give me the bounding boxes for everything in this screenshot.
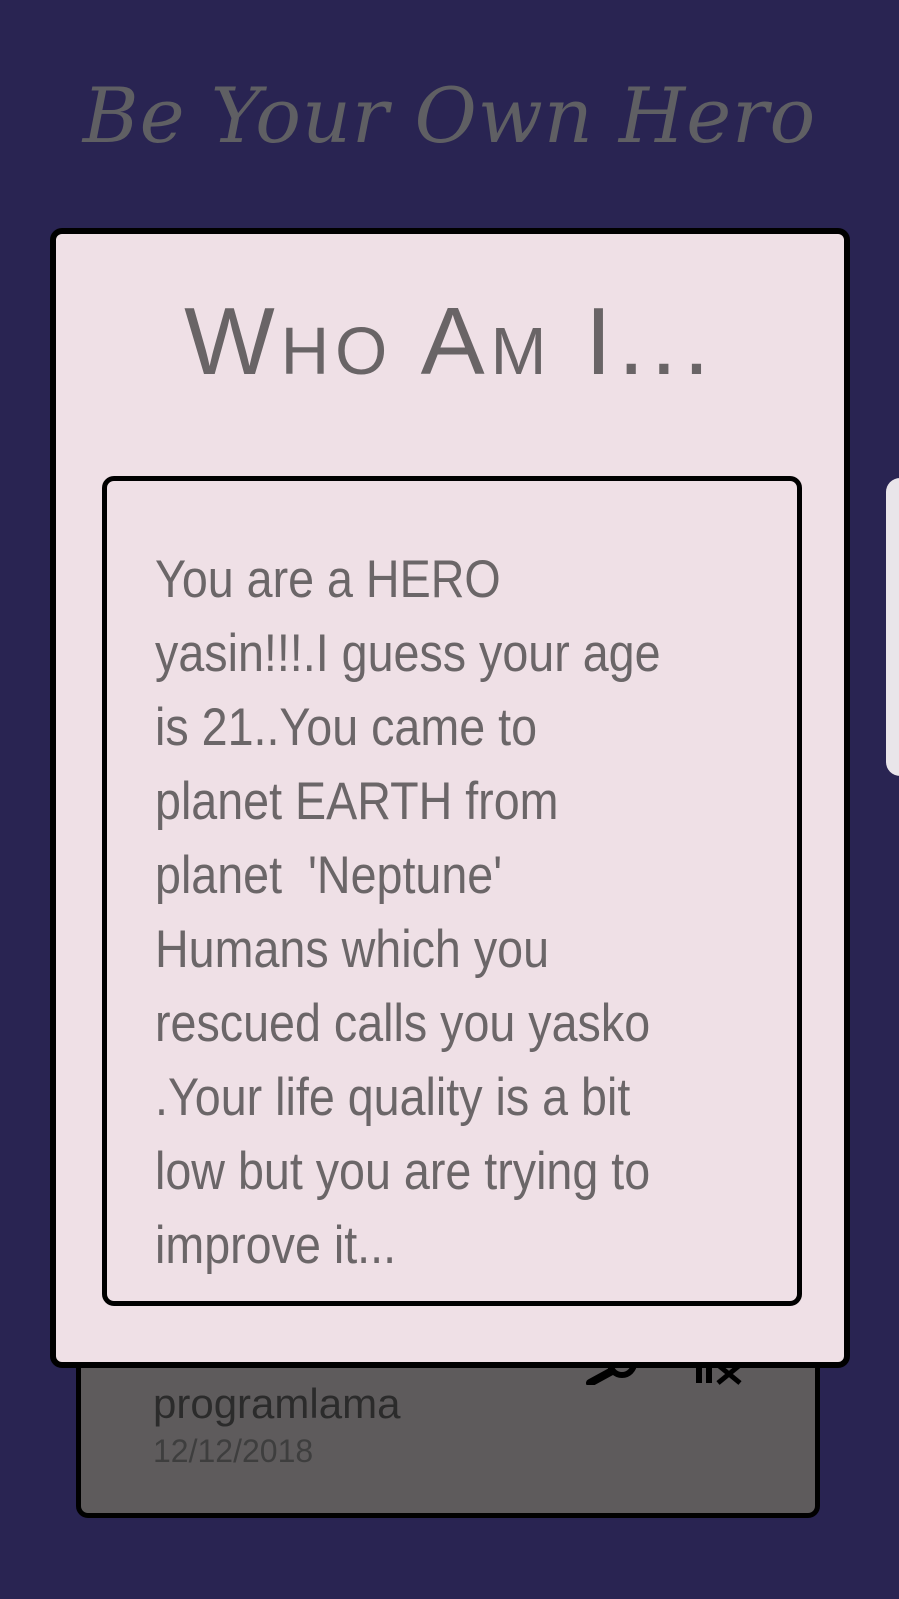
list-item-date: 12/12/2018 xyxy=(153,1433,314,1469)
result-text: You are a HERO yasin!!!.I guess your age… xyxy=(155,550,674,1275)
who-am-i-dialog: Who Am I... You are a HERO yasin!!!.I gu… xyxy=(50,228,850,1368)
list-item-title: programlama xyxy=(153,1380,401,1427)
result-box: You are a HERO yasin!!!.I guess your age… xyxy=(102,476,802,1306)
dialog-title: Who Am I... xyxy=(184,288,716,395)
app-title: Be Your Own Hero xyxy=(82,71,817,160)
edge-panel-handle[interactable] xyxy=(886,478,899,776)
screen: { "app": { "title": "Be Your Own Hero" }… xyxy=(0,0,899,1599)
